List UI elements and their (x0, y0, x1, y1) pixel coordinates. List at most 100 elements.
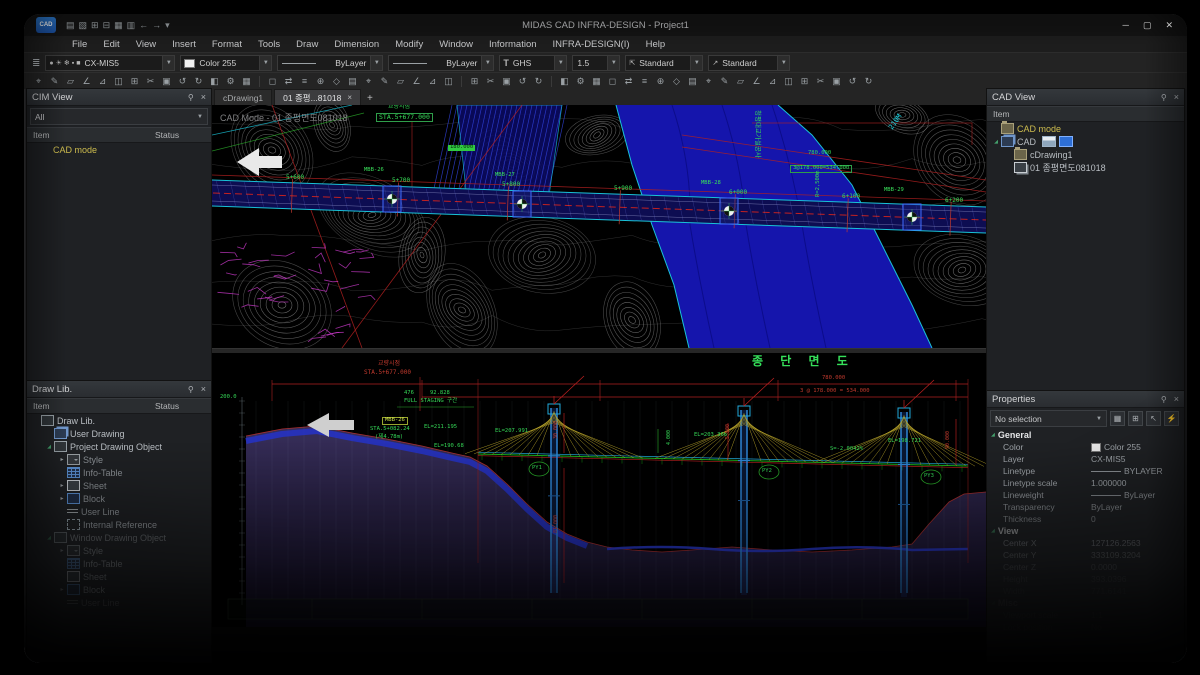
tool-icon[interactable]: ⊿ (426, 76, 439, 87)
property-row[interactable]: ColorColor 255 (987, 441, 1184, 453)
close-button[interactable]: ✕ (1165, 20, 1173, 31)
tool-icon[interactable]: ≡ (298, 76, 311, 86)
tree-item[interactable]: Draw Lib. (27, 414, 211, 427)
tool-icon[interactable]: ◻ (606, 76, 619, 87)
tool-icon[interactable]: ✎ (48, 76, 61, 87)
expander-closed-icon[interactable]: ▸ (57, 482, 67, 489)
menu-insert[interactable]: Insert (164, 39, 204, 50)
tree-item[interactable]: ◢Window Drawing Object (27, 531, 211, 544)
tool-icon[interactable]: ▱ (394, 76, 407, 87)
close-icon[interactable]: × (1174, 92, 1179, 102)
tool-icon[interactable]: ∠ (750, 76, 763, 87)
tool-icon[interactable]: ▤ (686, 76, 699, 87)
menu-window[interactable]: Window (431, 39, 481, 50)
tool-icon[interactable]: ▣ (830, 76, 843, 87)
tree-item[interactable]: ▸Style (27, 544, 211, 557)
tool-icon[interactable]: ◫ (782, 76, 795, 87)
property-row[interactable]: LayerCX-MIS5 (987, 453, 1184, 465)
tool-icon[interactable]: ✂ (484, 76, 497, 87)
tree-item[interactable]: ▸Block (27, 492, 211, 505)
plot-icon[interactable]: ▥ (127, 20, 136, 30)
tool-icon[interactable]: ◧ (558, 76, 571, 87)
tree-item[interactable]: User Line (27, 596, 211, 609)
tree-item[interactable]: Sheet (27, 570, 211, 583)
tool-icon[interactable]: ≡ (638, 76, 651, 86)
dim-style-combo[interactable]: ⇱ Standard ▼ (625, 55, 703, 71)
qat-menu-icon[interactable]: ▾ (165, 20, 170, 30)
save-as-icon[interactable]: ⊟ (103, 20, 111, 30)
tool-icon[interactable]: ↺ (846, 76, 859, 87)
expander-closed-icon[interactable]: ▸ (57, 456, 67, 463)
tool-icon[interactable]: ⌖ (362, 76, 375, 87)
tool-icon[interactable]: ✎ (718, 76, 731, 87)
select-objects-icon[interactable]: ↖ (1146, 411, 1161, 426)
quick-properties-icon[interactable]: ▦ (1110, 411, 1125, 426)
menu-draw[interactable]: Draw (288, 39, 326, 50)
tool-icon[interactable]: ▣ (160, 76, 173, 87)
property-row[interactable]: Center X127126.2563 (987, 537, 1184, 549)
plan-viewport[interactable]: 교량시점STA.5+677.000180.000780.0003@178.000… (212, 105, 986, 348)
model-view-icon[interactable] (1042, 136, 1056, 147)
pin-icon[interactable]: ⚲ (1161, 93, 1167, 102)
minimize-button[interactable]: ─ (1123, 20, 1129, 31)
tree-item[interactable]: CAD mode (987, 122, 1184, 135)
menu-format[interactable]: Format (204, 39, 250, 50)
tab-close-icon[interactable]: × (347, 93, 352, 102)
tree-item[interactable]: Info-Table (27, 466, 211, 479)
lineweight-combo[interactable]: ByLayer ▼ (388, 55, 494, 71)
tool-icon[interactable]: ◇ (670, 76, 683, 87)
menu-information[interactable]: Information (481, 39, 545, 50)
tool-icon[interactable]: ⊞ (798, 76, 811, 87)
tool-icon[interactable]: ⊕ (314, 76, 327, 87)
tree-item[interactable]: ▸Sheet (27, 479, 211, 492)
tool-icon[interactable]: ▤ (346, 76, 359, 87)
menu-modify[interactable]: Modify (387, 39, 431, 50)
tool-icon[interactable]: ⊕ (654, 76, 667, 87)
tool-icon[interactable]: ⌖ (32, 76, 45, 87)
tool-icon[interactable]: ⚙ (574, 76, 587, 87)
tool-icon[interactable]: ⌖ (702, 76, 715, 87)
tool-icon[interactable]: ⇄ (282, 76, 295, 87)
menu-help[interactable]: Help (638, 39, 674, 50)
tool-icon[interactable]: ▣ (500, 76, 513, 87)
property-row[interactable]: Width771.6141 (987, 585, 1184, 597)
quick-select-icon[interactable]: ⚡ (1164, 411, 1179, 426)
open-folder-icon[interactable]: ▧ (79, 20, 88, 30)
expander-closed-icon[interactable]: ▸ (57, 547, 67, 554)
close-icon[interactable]: × (201, 92, 206, 102)
menu-view[interactable]: View (128, 39, 164, 50)
menu-file[interactable]: File (64, 39, 95, 50)
tool-icon[interactable]: ↺ (176, 76, 189, 87)
tree-item[interactable]: User Drawing (27, 427, 211, 440)
tool-icon[interactable]: ✂ (144, 76, 157, 87)
tool-icon[interactable]: ↻ (862, 76, 875, 87)
maximize-button[interactable]: ▢ (1143, 20, 1152, 31)
menu-edit[interactable]: Edit (95, 39, 127, 50)
drawing-tab[interactable]: cDrawing1 (214, 89, 272, 105)
layers-icon[interactable]: ≣ (32, 58, 40, 69)
tool-icon[interactable]: ⊞ (128, 76, 141, 87)
tree-item[interactable]: ◢Project Drawing Object (27, 440, 211, 453)
tool-icon[interactable]: ▦ (240, 76, 253, 87)
pin-icon[interactable]: ⚲ (1161, 395, 1167, 404)
tool-icon[interactable]: ↻ (192, 76, 205, 87)
tool-icon[interactable]: ◇ (330, 76, 343, 87)
tree-item[interactable]: ▸Style (27, 453, 211, 466)
tree-item[interactable]: cDrawing1 (987, 148, 1184, 161)
tool-icon[interactable]: ↻ (532, 76, 545, 87)
color-combo[interactable]: Color 255 ▼ (180, 55, 272, 71)
layout-view-icon[interactable] (1059, 136, 1073, 147)
linetype-combo[interactable]: ByLayer ▼ (277, 55, 383, 71)
tool-icon[interactable]: ◫ (442, 76, 455, 87)
text-size-combo[interactable]: 1.5 ▼ (572, 55, 620, 71)
tool-icon[interactable]: ⊿ (96, 76, 109, 87)
mleader-style-combo[interactable]: ↗ Standard ▼ (708, 55, 790, 71)
tool-icon[interactable]: ⇄ (622, 76, 635, 87)
menu-dimension[interactable]: Dimension (326, 39, 387, 50)
tool-icon[interactable]: ◧ (208, 76, 221, 87)
expander-open-icon[interactable]: ◢ (44, 444, 54, 450)
cim-filter-dropdown[interactable]: All▼ (30, 108, 208, 125)
tool-icon[interactable]: ∠ (80, 76, 93, 87)
tool-icon[interactable]: ✎ (378, 76, 391, 87)
tool-icon[interactable]: ▱ (734, 76, 747, 87)
